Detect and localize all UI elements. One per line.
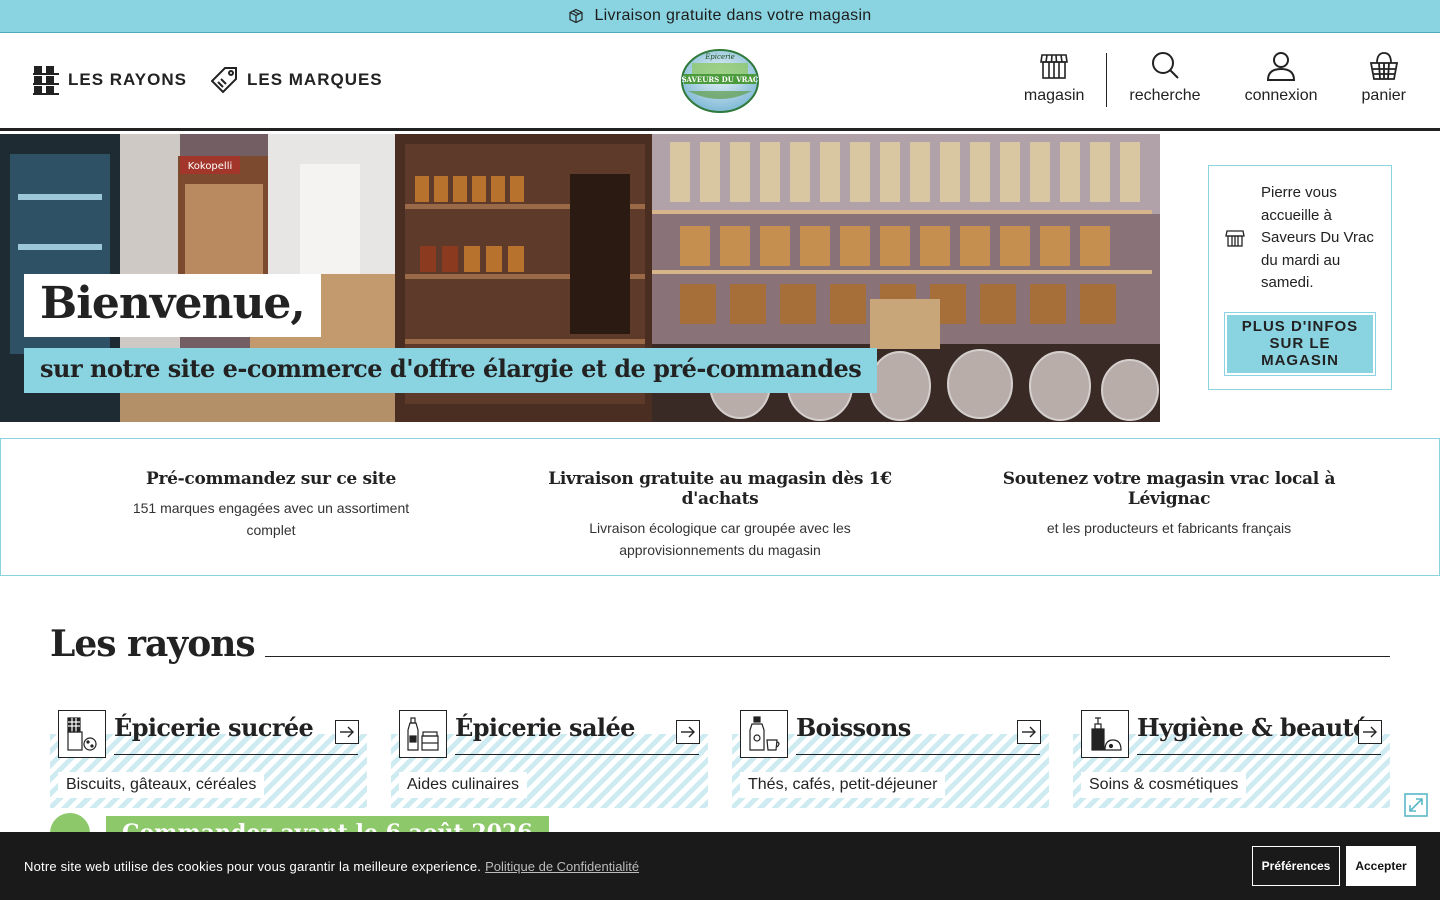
store-icon xyxy=(1225,230,1245,247)
nav-connexion[interactable]: connexion xyxy=(1223,51,1340,105)
feature-text: Livraison écologique car groupée avec le… xyxy=(589,520,851,558)
site-header: LES RAYONS LES MARQUES Epicerie SAVEURS … xyxy=(0,33,1440,131)
features-strip: Pré-commandez sur ce site 151 marques en… xyxy=(0,438,1440,576)
drinks-icon xyxy=(740,710,788,758)
nav-connexion-label: connexion xyxy=(1244,87,1318,104)
cookie-accept-button[interactable]: Accepter xyxy=(1346,846,1416,886)
site-logo[interactable]: Epicerie SAVEURS DU VRAC xyxy=(680,47,760,113)
nav-les-marques[interactable]: LES MARQUES xyxy=(210,65,383,95)
category-epicerie-sucree[interactable]: Épicerie sucrée Biscuits, gâteaux, céréa… xyxy=(50,708,367,808)
category-hygiene-beaute[interactable]: Hygiène & beauté Soins & cosmétiques xyxy=(1073,708,1390,808)
category-grid: Épicerie sucrée Biscuits, gâteaux, céréa… xyxy=(50,708,1390,808)
nav-les-rayons-label: LES RAYONS xyxy=(68,70,187,89)
hygiene-icon xyxy=(1081,710,1129,758)
store-info-row: Pierre vous accueille à Saveurs Du Vrac … xyxy=(1225,182,1375,295)
promo-bar: Livraison gratuite dans votre magasin xyxy=(0,0,1440,33)
svg-text:SAVEURS DU VRAC: SAVEURS DU VRAC xyxy=(681,75,758,84)
feature-text: 151 marques engagées avec un assortiment… xyxy=(132,500,410,538)
category-name: Boissons xyxy=(796,712,1040,755)
category-name: Épicerie sucrée xyxy=(114,712,358,755)
store-info-button[interactable]: PLUS D'INFOS SUR LE MAGASIN xyxy=(1224,311,1376,376)
nav-recherche[interactable]: recherche xyxy=(1107,51,1222,105)
cookie-preferences-button[interactable]: Préférences xyxy=(1252,846,1340,886)
sweet-grocery-icon xyxy=(58,710,106,758)
cookie-text: Notre site web utilise des cookies pour … xyxy=(24,858,482,874)
category-subtitle: Thés, cafés, petit-déjeuner xyxy=(740,772,946,798)
category-subtitle: Aides culinaires xyxy=(399,772,528,798)
svg-text:Epicerie: Epicerie xyxy=(704,53,735,61)
svg-text:Kokopelli: Kokopelli xyxy=(188,161,233,172)
feature-title: Livraison gratuite au magasin dès 1€ d'a… xyxy=(548,469,892,509)
arrow-right-icon xyxy=(1017,720,1041,744)
user-icon xyxy=(1267,52,1296,81)
nav-magasin-label: magasin xyxy=(1023,87,1085,104)
rayons-title: Les rayons xyxy=(50,623,256,665)
main-nav: LES RAYONS LES MARQUES xyxy=(32,65,383,95)
search-icon xyxy=(1151,52,1179,79)
category-boissons[interactable]: Boissons Thés, cafés, petit-déjeuner xyxy=(732,708,1049,808)
nav-panier-label: panier xyxy=(1361,87,1406,104)
arrow-right-icon xyxy=(676,720,700,744)
category-name: Hygiène & beauté xyxy=(1137,712,1381,755)
category-subtitle: Soins & cosmétiques xyxy=(1081,772,1247,798)
arrow-right-icon xyxy=(335,720,359,744)
shelves-icon xyxy=(33,66,59,95)
tag-icon xyxy=(210,67,237,94)
privacy-policy-link[interactable]: Politique de Confidentialité xyxy=(485,859,639,874)
feature-text: et les producteurs et fabricants françai… xyxy=(1046,520,1292,536)
hero-title: Bienvenue, xyxy=(24,274,321,337)
feature-title: Pré-commandez sur ce site xyxy=(145,469,396,489)
basket-icon xyxy=(1369,52,1398,80)
store-icon xyxy=(1040,54,1069,79)
rayons-section-header: Les rayons xyxy=(50,622,1390,666)
account-nav: magasin recherche connexion panier xyxy=(1002,51,1410,107)
title-rule xyxy=(264,656,1390,657)
category-subtitle: Biscuits, gâteaux, céréales xyxy=(58,772,265,798)
category-epicerie-salee[interactable]: Épicerie salée Aides culinaires xyxy=(391,708,708,808)
hero-banner: Kokopelli Bienvenue, sur notre site e-co… xyxy=(0,134,1160,422)
store-info-card: Pierre vous accueille à Saveurs Du Vrac … xyxy=(1208,165,1392,390)
nav-recherche-label: recherche xyxy=(1129,87,1201,104)
box-icon xyxy=(569,8,584,24)
feature-item: Soutenez votre magasin vrac local à Lévi… xyxy=(969,439,1369,575)
savory-grocery-icon xyxy=(399,710,447,758)
category-name: Épicerie salée xyxy=(455,712,699,755)
arrow-right-icon xyxy=(1358,720,1382,744)
nav-les-marques-label: LES MARQUES xyxy=(246,70,383,89)
store-info-text: Pierre vous accueille à Saveurs Du Vrac … xyxy=(1261,184,1374,291)
feature-item: Livraison gratuite au magasin dès 1€ d'a… xyxy=(520,439,920,575)
feature-item: Pré-commandez sur ce site 151 marques en… xyxy=(71,439,471,575)
cookie-banner: Notre site web utilise des cookies pour … xyxy=(0,832,1440,900)
nav-les-rayons[interactable]: LES RAYONS xyxy=(32,65,187,95)
expand-icon[interactable] xyxy=(1404,793,1428,817)
nav-panier[interactable]: panier xyxy=(1340,51,1410,105)
hero-subtitle: sur notre site e-commerce d'offre élargi… xyxy=(24,348,878,393)
feature-title: Soutenez votre magasin vrac local à Lévi… xyxy=(1002,469,1336,509)
promo-text: Livraison gratuite dans votre magasin xyxy=(594,7,872,24)
cookie-buttons: Préférences Accepter xyxy=(1252,846,1416,886)
nav-magasin[interactable]: magasin xyxy=(1002,51,1106,105)
